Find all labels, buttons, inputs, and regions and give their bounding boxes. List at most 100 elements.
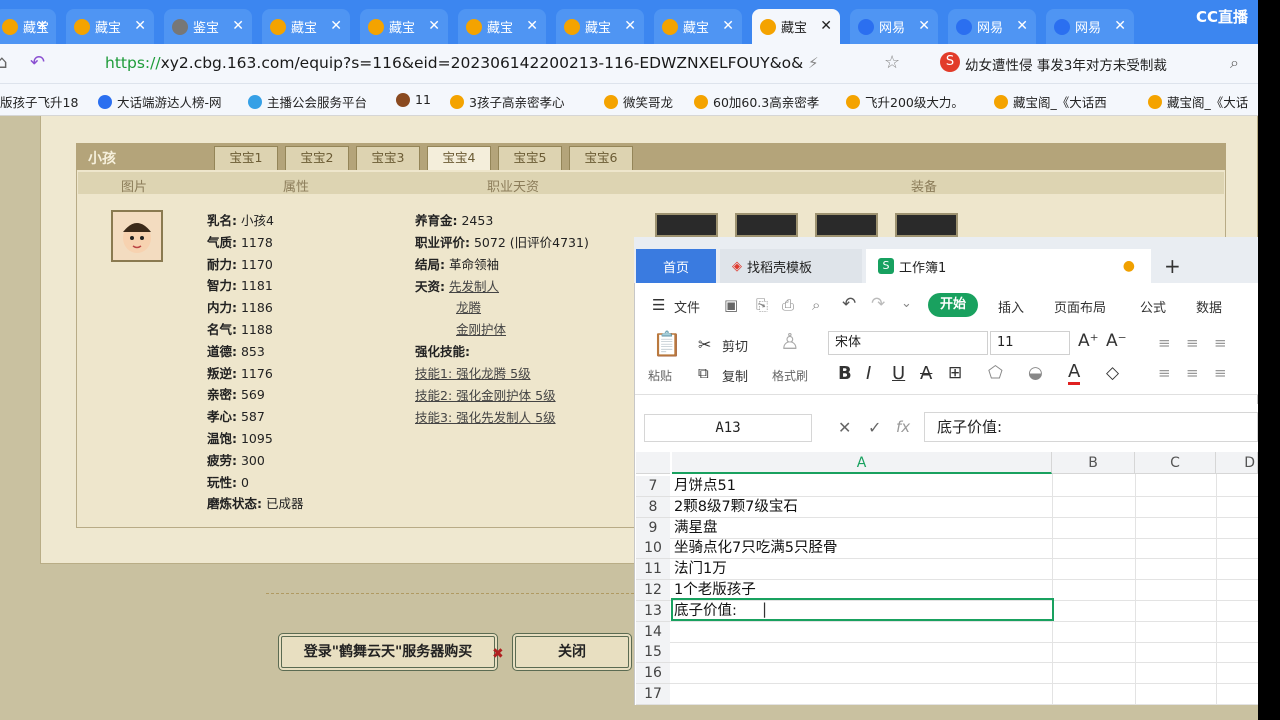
menu-start[interactable]: 开始 <box>928 293 978 317</box>
cell-a[interactable]: 满星盘 <box>674 518 718 539</box>
bookmark-item[interactable]: 60加60.3高亲密孝 <box>694 92 819 111</box>
export-icon[interactable]: ⎘ <box>756 296 768 314</box>
menu-file[interactable]: 文件 <box>674 297 700 316</box>
fill-color-icon[interactable]: ◒ <box>1028 363 1043 383</box>
close-icon[interactable]: ✕ <box>624 18 636 34</box>
font-size-select[interactable]: 11 <box>990 331 1070 355</box>
browser-tab[interactable]: 藏宝 ✕ <box>360 9 448 44</box>
browser-tab[interactable]: 藏宝 ✕ <box>262 9 350 44</box>
talent-link[interactable]: 龙腾 <box>456 297 481 316</box>
tab-workbook[interactable]: S 工作簿1 ● <box>866 249 1151 283</box>
select-all-corner[interactable] <box>636 452 670 474</box>
equipment-slot-1[interactable] <box>655 213 718 237</box>
close-icon[interactable]: ✕ <box>1114 18 1126 34</box>
print-icon[interactable]: ⎙ <box>782 296 794 314</box>
font-name-select[interactable]: 宋体 <box>828 331 988 355</box>
column-header-b[interactable]: B <box>1052 452 1135 474</box>
cell-a[interactable]: 法门1万 <box>674 559 727 580</box>
close-button[interactable]: 关闭 <box>512 633 632 671</box>
tab-template[interactable]: ◈ 找稻壳模板 <box>720 249 862 283</box>
pet-tab[interactable]: 宝宝4 <box>427 146 491 170</box>
bookmark-item[interactable]: 微笑哥龙 <box>604 92 673 111</box>
more-icon[interactable]: ⌄ <box>901 296 912 311</box>
skill-link[interactable]: 技能2: 强化金刚护体 5级 <box>415 385 556 404</box>
column-header-a[interactable]: A <box>672 452 1052 474</box>
home-icon[interactable]: ⌂ <box>0 52 7 73</box>
news-ticker[interactable]: 幼女遭性侵 事发3年对方未受制裁 <box>965 54 1167 74</box>
close-icon[interactable]: ✕ <box>232 18 244 34</box>
row-header[interactable]: 13 <box>636 600 670 622</box>
format-painter-label[interactable]: 格式刷 <box>772 367 808 384</box>
skill-link[interactable]: 技能1: 强化龙腾 5级 <box>415 363 531 382</box>
cell-a[interactable]: 2颗8级7颗7级宝石 <box>674 497 798 518</box>
align-center-icon[interactable]: ≡ <box>1186 364 1199 382</box>
undo-icon-ss[interactable]: ↶ <box>842 294 856 314</box>
font-decrease-icon[interactable]: A⁻ <box>1106 331 1127 351</box>
tab-home[interactable]: 首页 <box>636 249 716 283</box>
align-right-icon[interactable]: ≡ <box>1214 364 1227 382</box>
row-header[interactable]: 7 <box>636 476 670 497</box>
browser-tab[interactable]: 鉴宝 ✕ <box>164 9 252 44</box>
bookmark-item[interactable]: 藏宝阁_《大话 <box>1148 92 1248 111</box>
close-icon[interactable]: ✕ <box>526 18 538 34</box>
bookmark-item[interactable]: 主播公会服务平台 <box>248 92 367 111</box>
row-header[interactable]: 8 <box>636 496 670 518</box>
browser-tab[interactable]: 藏宝 ✕ <box>654 9 742 44</box>
paste-label[interactable]: 粘贴 <box>648 367 672 384</box>
close-icon[interactable]: ✕ <box>428 18 440 34</box>
redo-icon[interactable]: ↷ <box>871 294 885 314</box>
copy-label[interactable]: 复制 <box>722 366 748 385</box>
menu-data[interactable]: 数据 <box>1196 297 1222 316</box>
row-header[interactable]: 17 <box>636 684 670 705</box>
preview-icon[interactable]: ⌕ <box>812 296 820 314</box>
menu-page-layout[interactable]: 页面布局 <box>1054 297 1106 316</box>
bookmark-item[interactable]: 11 <box>396 92 431 107</box>
save-icon[interactable]: ▣ <box>724 296 738 314</box>
close-icon[interactable]: ✕ <box>918 18 930 34</box>
strikethrough-icon[interactable]: A <box>920 363 932 384</box>
format-painter-icon[interactable]: ♙ <box>780 330 800 355</box>
pet-tab[interactable]: 宝宝2 <box>285 146 349 170</box>
bookmark-item[interactable]: 大话端游达人榜-网 <box>98 92 222 111</box>
close-icon[interactable]: ✕ <box>820 18 832 34</box>
cell-a[interactable]: 坐骑点化7只吃满5只胫骨 <box>674 538 837 559</box>
align-middle-icon[interactable]: ≡ <box>1186 334 1199 352</box>
pet-tab[interactable]: 宝宝3 <box>356 146 420 170</box>
lightning-icon[interactable]: ⚡ <box>808 54 819 72</box>
align-top-icon[interactable]: ≡ <box>1158 334 1171 352</box>
browser-tab[interactable]: 藏宝 ✕ <box>458 9 546 44</box>
cut-icon[interactable]: ✂ <box>698 335 711 354</box>
skill-link[interactable]: 技能3: 强化先发制人 5级 <box>415 407 556 426</box>
browser-tab[interactable]: 网易 ✕ <box>948 9 1036 44</box>
column-header-d[interactable]: D <box>1216 452 1258 474</box>
border-icon[interactable]: ⊞ <box>948 363 962 383</box>
star-icon[interactable]: ☆ <box>884 52 900 73</box>
close-icon[interactable]: ✕ <box>134 18 146 34</box>
search-engine-icon[interactable]: S <box>940 52 960 72</box>
close-icon[interactable]: ✕ <box>722 18 734 34</box>
row-header[interactable]: 11 <box>636 559 670 581</box>
bookmark-item[interactable]: 3孩子高亲密孝心 <box>450 92 564 111</box>
underline-icon[interactable]: U <box>892 363 905 384</box>
align-left-icon[interactable]: ≡ <box>1158 364 1171 382</box>
close-icon[interactable]: ✕ <box>330 18 342 34</box>
row-header[interactable]: 15 <box>636 642 670 664</box>
bold-icon[interactable]: B <box>838 363 852 384</box>
equipment-slot-4[interactable] <box>895 213 958 237</box>
talent-link[interactable]: 先发制人 <box>449 279 499 294</box>
login-buy-button[interactable]: 登录"鹤舞云天"服务器购买 <box>278 633 498 671</box>
close-icon[interactable]: ✕ <box>36 18 48 34</box>
close-icon[interactable]: ✕ <box>1016 18 1028 34</box>
undo-icon[interactable]: ↶ <box>30 52 45 73</box>
equipment-slot-2[interactable] <box>735 213 798 237</box>
column-header-c[interactable]: C <box>1135 452 1216 474</box>
browser-tab[interactable]: 藏宝 ✕ <box>752 9 840 44</box>
fill-shape-icon[interactable]: ⬠ <box>988 363 1003 383</box>
browser-tab[interactable]: 藏宝 ✕ <box>556 9 644 44</box>
formula-input[interactable]: 底子价值: <box>924 412 1258 442</box>
menu-insert[interactable]: 插入 <box>998 297 1024 316</box>
pet-tab[interactable]: 宝宝6 <box>569 146 633 170</box>
font-increase-icon[interactable]: A⁺ <box>1078 331 1099 351</box>
bookmark-item[interactable]: 版孩子飞升18 <box>0 92 78 111</box>
talent-link[interactable]: 金刚护体 <box>456 319 506 338</box>
